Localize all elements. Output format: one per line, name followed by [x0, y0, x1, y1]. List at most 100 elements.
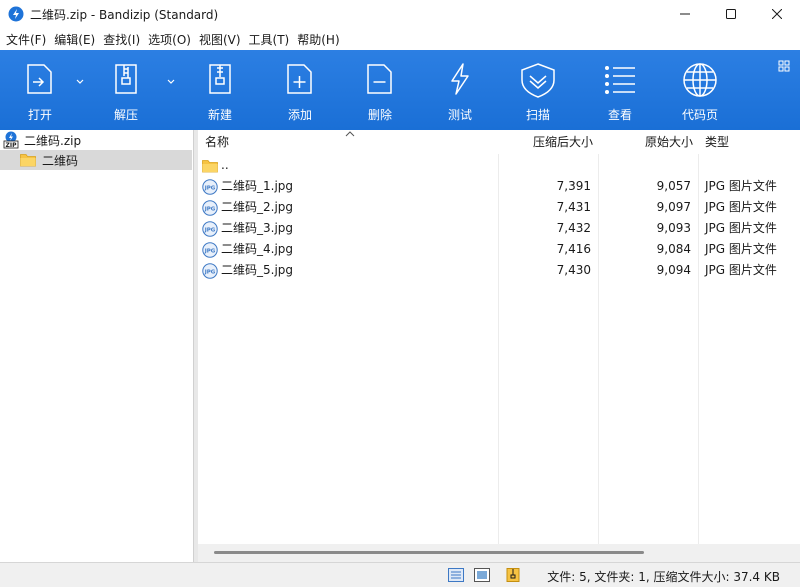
- open-dropdown-icon[interactable]: [74, 76, 86, 88]
- toolbar: 打开 解压 新建 添加 删除 测试 扫描 查看 代码页: [0, 50, 800, 130]
- file-name: 二维码_4.jpg: [221, 242, 294, 256]
- view-label: 查看: [607, 108, 632, 122]
- delete-label: 删除: [367, 108, 392, 122]
- scrollbar-thumb[interactable]: [214, 551, 644, 554]
- tree-archive-label: 二维码.zip: [24, 133, 82, 148]
- delete-button[interactable]: 删除: [340, 50, 420, 130]
- column-header-original[interactable]: 原始大小: [598, 130, 693, 154]
- test-button[interactable]: 测试: [420, 50, 500, 130]
- open-label: 打开: [27, 108, 52, 122]
- test-label: 测试: [447, 108, 472, 122]
- jpg-badge-text: JPG: [204, 270, 216, 276]
- list-header: 名称 压缩后大小 原始大小 类型: [198, 130, 800, 154]
- jpg-badge-text: JPG: [204, 207, 216, 213]
- menu-bar: 文件(F) 编辑(E) 查找(I) 选项(O) 视图(V) 工具(T) 帮助(H…: [0, 28, 800, 50]
- archive-info-icon[interactable]: [505, 568, 521, 582]
- file-type: JPG 图片文件: [705, 242, 777, 256]
- maximize-button[interactable]: [708, 0, 754, 28]
- extract-dropdown-icon[interactable]: [165, 76, 177, 88]
- extract-label: 解压: [113, 108, 138, 122]
- jpg-file-icon: JPG: [202, 242, 218, 258]
- zip-archive-icon: ZIP: [3, 131, 19, 149]
- minimize-button[interactable]: [662, 0, 708, 28]
- file-compressed-size: 7,431: [556, 200, 591, 214]
- grid-menu-icon[interactable]: [778, 60, 790, 72]
- list-item-parent[interactable]: ..: [198, 155, 800, 176]
- tree-folder-label: 二维码: [42, 153, 79, 168]
- table-row[interactable]: JPG 二维码_3.jpg 7,432 9,093 JPG 图片文件: [198, 218, 800, 239]
- folder-icon: [202, 160, 218, 173]
- file-name: 二维码_2.jpg: [221, 200, 294, 214]
- extract-button[interactable]: 解压: [86, 50, 166, 130]
- tree-item-archive[interactable]: ZIP 二维码.zip: [0, 130, 193, 150]
- list-view-icon: [605, 66, 635, 94]
- new-button[interactable]: 新建: [180, 50, 260, 130]
- jpg-file-icon: JPG: [202, 200, 218, 216]
- column-header-type[interactable]: 类型: [705, 130, 729, 154]
- jpg-file-icon: JPG: [202, 179, 218, 195]
- parent-dir-label: ..: [221, 158, 229, 172]
- menu-help[interactable]: 帮助(H): [293, 31, 343, 48]
- extract-icon: [115, 64, 137, 94]
- menu-file[interactable]: 文件(F): [2, 31, 50, 48]
- open-button[interactable]: 打开: [0, 50, 80, 130]
- table-row[interactable]: JPG 二维码_1.jpg 7,391 9,057 JPG 图片文件: [198, 176, 800, 197]
- folder-icon: [20, 154, 36, 167]
- column-header-name[interactable]: 名称: [205, 130, 229, 154]
- file-type: JPG 图片文件: [705, 200, 777, 214]
- delete-file-icon: [367, 64, 392, 94]
- jpg-file-icon: JPG: [202, 263, 218, 279]
- maximize-icon: [726, 9, 736, 19]
- new-label: 新建: [207, 108, 232, 122]
- menu-options[interactable]: 选项(O): [144, 31, 195, 48]
- file-name: 二维码_1.jpg: [221, 179, 294, 193]
- globe-icon: [683, 63, 717, 97]
- file-type: JPG 图片文件: [705, 221, 777, 235]
- codepage-button[interactable]: 代码页: [660, 50, 740, 130]
- table-row[interactable]: JPG 二维码_4.jpg 7,416 9,084 JPG 图片文件: [198, 239, 800, 260]
- codepage-label: 代码页: [681, 108, 718, 122]
- add-file-icon: [287, 64, 312, 94]
- status-bar: 文件: 5, 文件夹: 1, 压缩文件大小: 37.4 KB: [0, 562, 800, 587]
- file-original-size: 9,097: [656, 200, 691, 214]
- menu-edit[interactable]: 编辑(E): [50, 31, 99, 48]
- file-name: 二维码_5.jpg: [221, 263, 294, 277]
- file-original-size: 9,057: [656, 179, 691, 193]
- file-compressed-size: 7,430: [556, 263, 591, 277]
- horizontal-scrollbar[interactable]: [198, 544, 800, 562]
- jpg-file-icon: JPG: [202, 221, 218, 237]
- thumbnail-view-icon[interactable]: [474, 568, 490, 582]
- shield-icon: [521, 63, 555, 98]
- window-title: 二维码.zip - Bandizip (Standard): [30, 7, 219, 22]
- zip-badge-text: ZIP: [6, 142, 18, 149]
- menu-tools[interactable]: 工具(T): [245, 31, 294, 48]
- new-archive-icon: [209, 64, 231, 94]
- table-row[interactable]: JPG 二维码_2.jpg 7,431 9,097 JPG 图片文件: [198, 197, 800, 218]
- file-type: JPG 图片文件: [705, 179, 777, 193]
- column-header-compressed[interactable]: 压缩后大小: [498, 130, 593, 154]
- tree-item-folder[interactable]: 二维码: [0, 150, 192, 170]
- file-original-size: 9,084: [656, 242, 691, 256]
- file-original-size: 9,094: [656, 263, 691, 277]
- table-row[interactable]: JPG 二维码_5.jpg 7,430 9,094 JPG 图片文件: [198, 260, 800, 281]
- file-original-size: 9,093: [656, 221, 691, 235]
- bandizip-app-icon: [8, 6, 24, 22]
- view-button[interactable]: 查看: [580, 50, 660, 130]
- folder-tree: ZIP 二维码.zip 二维码: [0, 130, 193, 562]
- menu-view[interactable]: 视图(V): [195, 31, 245, 48]
- file-name: 二维码_3.jpg: [221, 221, 294, 235]
- minimize-icon: [680, 13, 690, 15]
- file-list: 名称 压缩后大小 原始大小 类型 .. JPG 二维码_1.jpg 7,391 …: [198, 130, 800, 544]
- jpg-badge-text: JPG: [204, 249, 216, 255]
- file-type: JPG 图片文件: [705, 263, 777, 277]
- close-icon: [772, 9, 782, 19]
- sort-ascending-icon: [345, 131, 355, 137]
- add-label: 添加: [287, 108, 312, 122]
- details-view-icon[interactable]: [448, 568, 464, 582]
- scan-button[interactable]: 扫描: [498, 50, 578, 130]
- title-bar: 二维码.zip - Bandizip (Standard): [0, 0, 800, 28]
- menu-find[interactable]: 查找(I): [99, 31, 144, 48]
- close-button[interactable]: [754, 0, 800, 28]
- jpg-badge-text: JPG: [204, 186, 216, 192]
- add-button[interactable]: 添加: [260, 50, 340, 130]
